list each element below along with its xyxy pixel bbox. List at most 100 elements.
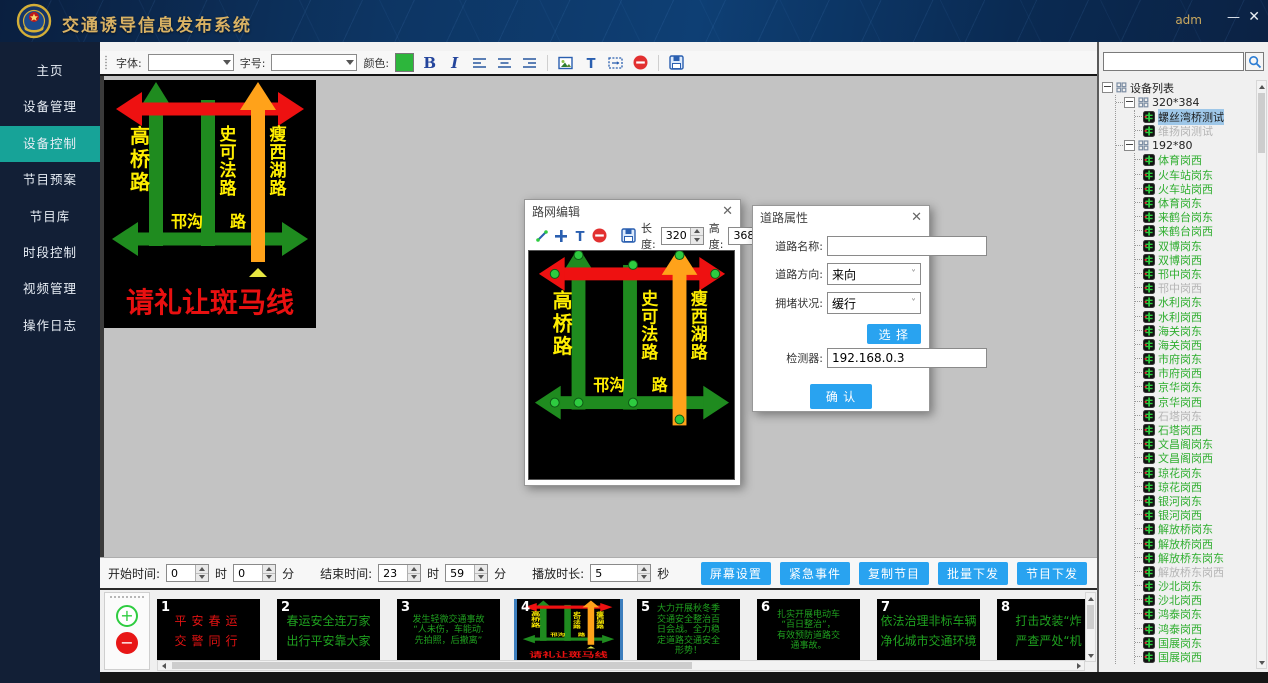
dialog-titlebar[interactable]: 道路属性 ✕ bbox=[753, 206, 929, 229]
font-family-select[interactable] bbox=[148, 54, 234, 71]
device-item[interactable]: 沙北岗西 bbox=[1135, 593, 1255, 607]
tree-group-2[interactable]: 192*80 bbox=[1116, 138, 1255, 153]
minimize-icon[interactable]: — bbox=[1227, 10, 1240, 25]
device-item[interactable]: 国展岗东 bbox=[1135, 636, 1255, 650]
bold-button[interactable]: B bbox=[420, 53, 439, 72]
spin-up-icon[interactable] bbox=[263, 565, 275, 573]
action-button-4[interactable]: 批量下发 bbox=[938, 562, 1008, 585]
save-icon[interactable] bbox=[667, 53, 686, 72]
length-stepper[interactable]: 320 bbox=[661, 227, 704, 245]
device-item[interactable]: 银河岗西 bbox=[1135, 508, 1255, 522]
detector-input[interactable] bbox=[827, 348, 987, 368]
screen-frame-icon[interactable] bbox=[606, 53, 625, 72]
device-item[interactable]: 解放桥东岗西 bbox=[1135, 565, 1255, 579]
device-search-input[interactable] bbox=[1103, 52, 1244, 71]
device-item[interactable]: 来鹤台岗东 bbox=[1135, 210, 1255, 224]
device-item[interactable]: 沙北岗东 bbox=[1135, 579, 1255, 593]
action-button-3[interactable]: 复制节目 bbox=[859, 562, 929, 585]
device-item[interactable]: 海关岗东 bbox=[1135, 324, 1255, 338]
device-item[interactable]: 市府岗东 bbox=[1135, 352, 1255, 366]
spin-down-icon[interactable] bbox=[638, 573, 650, 582]
scroll-down-icon[interactable] bbox=[1257, 658, 1266, 667]
device-item[interactable]: 维扬岗测试 bbox=[1135, 124, 1255, 138]
add-program-button[interactable]: + bbox=[116, 605, 138, 627]
italic-button[interactable]: I bbox=[445, 53, 464, 72]
device-item[interactable]: 解放桥岗东 bbox=[1135, 522, 1255, 536]
sidebar-item-2[interactable]: 设备管理 bbox=[0, 89, 100, 125]
align-right-icon[interactable] bbox=[520, 53, 539, 72]
sidebar-item-1[interactable]: 主页 bbox=[0, 53, 100, 89]
device-item[interactable]: 双博岗西 bbox=[1135, 253, 1255, 267]
spin-up-icon[interactable] bbox=[196, 565, 208, 573]
program-thumbnail-8[interactable]: 8打击改装“炸严查严处“机 bbox=[997, 599, 1085, 662]
device-item[interactable]: 鸿泰岗西 bbox=[1135, 622, 1255, 636]
scroll-right-icon[interactable] bbox=[1074, 661, 1083, 670]
spin-down-icon[interactable] bbox=[196, 573, 208, 582]
scrollbar-thumb[interactable] bbox=[1258, 93, 1265, 153]
device-item[interactable]: 市府岗西 bbox=[1135, 366, 1255, 380]
device-item[interactable]: 双博岗东 bbox=[1135, 239, 1255, 253]
close-icon[interactable]: ✕ bbox=[722, 204, 733, 219]
sidebar-item-3[interactable]: 设备控制 bbox=[0, 126, 100, 162]
device-item[interactable]: 水利岗东 bbox=[1135, 295, 1255, 309]
align-left-icon[interactable] bbox=[470, 53, 489, 72]
sidebar-item-7[interactable]: 视频管理 bbox=[0, 271, 100, 307]
end-hour-stepper[interactable]: 23 bbox=[378, 564, 421, 582]
spin-up-icon[interactable] bbox=[638, 565, 650, 573]
device-item[interactable]: 银河岗东 bbox=[1135, 494, 1255, 508]
remove-program-button[interactable]: − bbox=[116, 632, 138, 654]
scrollbar-thumb[interactable] bbox=[1087, 605, 1094, 629]
device-item[interactable]: 火车站岗东 bbox=[1135, 168, 1255, 182]
delete-icon[interactable] bbox=[631, 53, 650, 72]
program-thumbnail-3[interactable]: 3发生轻微交通事故“人未伤，车能动.先拍照，后撤离” bbox=[397, 599, 500, 662]
scroll-up-icon[interactable] bbox=[1086, 594, 1095, 603]
tree-root[interactable]: 设备列表 bbox=[1102, 80, 1255, 95]
confirm-button[interactable]: 确 认 bbox=[810, 384, 872, 409]
spin-up-icon[interactable] bbox=[408, 565, 420, 573]
device-item[interactable]: 邗中岗西 bbox=[1135, 281, 1255, 295]
program-hscrollbar[interactable] bbox=[157, 660, 1085, 671]
scroll-left-icon[interactable] bbox=[159, 661, 168, 670]
spin-down-icon[interactable] bbox=[263, 573, 275, 582]
device-item[interactable]: 琼花岗东 bbox=[1135, 466, 1255, 480]
sidebar-item-5[interactable]: 节目库 bbox=[0, 199, 100, 235]
device-item[interactable]: 火车站岗西 bbox=[1135, 182, 1255, 196]
crossroad-icon[interactable] bbox=[554, 226, 568, 245]
device-item[interactable]: 体育岗东 bbox=[1135, 196, 1255, 210]
device-item[interactable]: 体育岗西 bbox=[1135, 153, 1255, 167]
align-center-icon[interactable] bbox=[495, 53, 514, 72]
device-item[interactable]: 文昌阁岗西 bbox=[1135, 451, 1255, 465]
draw-line-icon[interactable] bbox=[535, 226, 549, 245]
program-thumbnail-7[interactable]: 7依法治理非标车辆净化城市交通环境 bbox=[877, 599, 980, 662]
action-button-2[interactable]: 紧急事件 bbox=[780, 562, 850, 585]
led-sign-preview[interactable] bbox=[104, 80, 316, 328]
spin-up-icon[interactable] bbox=[691, 228, 703, 236]
panel-grip[interactable] bbox=[109, 595, 145, 600]
search-button[interactable] bbox=[1245, 52, 1264, 71]
tree-group-1[interactable]: 320*384 bbox=[1116, 95, 1255, 110]
device-item[interactable]: 螺丝湾桥测试 bbox=[1135, 110, 1255, 124]
duration-stepper[interactable]: 5 bbox=[590, 564, 651, 582]
device-item[interactable]: 邗中岗东 bbox=[1135, 267, 1255, 281]
program-thumbnail-6[interactable]: 6扎实开展电动车“百日整治”，有效预防道路交通事故。 bbox=[757, 599, 860, 662]
spin-up-icon[interactable] bbox=[475, 565, 487, 573]
expander-icon[interactable] bbox=[1102, 82, 1113, 93]
select-detector-button[interactable]: 选 择 bbox=[867, 324, 921, 344]
action-button-1[interactable]: 屏幕设置 bbox=[701, 562, 771, 585]
device-item[interactable]: 国展岗西 bbox=[1135, 650, 1255, 664]
spin-down-icon[interactable] bbox=[475, 573, 487, 582]
device-item[interactable]: 解放桥岗西 bbox=[1135, 536, 1255, 550]
scroll-down-icon[interactable] bbox=[1086, 651, 1095, 660]
program-thumbnail-1[interactable]: 1平安春运交警同行 bbox=[157, 599, 260, 662]
tree-vscrollbar[interactable] bbox=[1256, 80, 1267, 669]
road-network-canvas[interactable] bbox=[528, 250, 735, 480]
device-item[interactable]: 来鹤台岗西 bbox=[1135, 224, 1255, 238]
start-hour-stepper[interactable]: 0 bbox=[166, 564, 209, 582]
sidebar-item-8[interactable]: 操作日志 bbox=[0, 308, 100, 344]
delete-icon[interactable] bbox=[592, 226, 607, 245]
device-item[interactable]: 石塔岗东 bbox=[1135, 409, 1255, 423]
insert-text-icon[interactable]: T bbox=[581, 53, 600, 72]
road-direction-select[interactable]: 来向˅ bbox=[827, 263, 921, 285]
device-item[interactable]: 琼花岗西 bbox=[1135, 480, 1255, 494]
insert-text-icon[interactable]: T bbox=[573, 226, 587, 245]
